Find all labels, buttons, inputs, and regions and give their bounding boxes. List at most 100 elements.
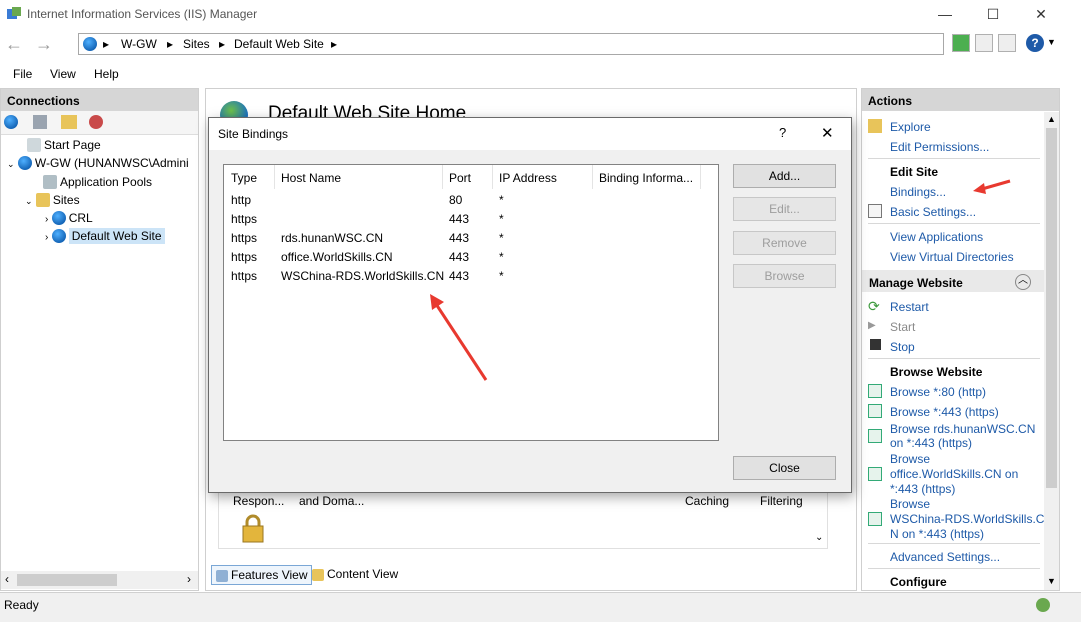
remove-binding-button: Remove — [733, 231, 836, 255]
close-window-button[interactable]: ✕ — [1018, 0, 1064, 28]
action-browse-80[interactable]: Browse *:80 (http) — [890, 385, 986, 399]
feature-label[interactable]: and Doma... — [299, 494, 364, 508]
dialog-close-icon[interactable]: ✕ — [821, 124, 834, 142]
table-row[interactable]: https WSChina-RDS.WorldSkills.CN 443 * — [224, 266, 718, 285]
scroll-down-icon[interactable]: ▼ — [1047, 576, 1056, 586]
start-icon: ▶ — [868, 320, 876, 331]
add-binding-button[interactable]: Add... — [733, 164, 836, 188]
stop-icon[interactable] — [975, 34, 993, 52]
tree-crl[interactable]: › CRL — [45, 211, 93, 225]
action-basic-settings[interactable]: Basic Settings... — [890, 205, 976, 219]
explore-icon — [868, 119, 882, 133]
action-browse-rds[interactable]: Browse rds.hunanWSC.CN on *:443 (https) — [890, 422, 1035, 450]
connections-panel: Connections Start Page ⌄ W-GW (HUNANWSC\… — [0, 88, 199, 591]
sites-folder-icon — [35, 193, 50, 207]
iis-app-icon — [6, 6, 22, 22]
scroll-left-icon: ‹ — [5, 572, 9, 586]
browse-icon — [868, 512, 882, 526]
tree-sites[interactable]: ⌄ Sites — [25, 193, 80, 207]
action-browse-443[interactable]: Browse *:443 (https) — [890, 405, 999, 419]
breadcrumb-sites[interactable]: Sites — [183, 37, 210, 51]
action-explore[interactable]: Explore — [890, 120, 931, 134]
breadcrumb-site[interactable]: Default Web Site — [234, 37, 324, 51]
column-binding-information[interactable]: Binding Informa... — [599, 171, 693, 185]
lock-icon[interactable] — [241, 514, 265, 543]
column-type[interactable]: Type — [231, 171, 257, 185]
dialog-help-button[interactable]: ? — [779, 125, 786, 140]
minimize-button[interactable]: — — [922, 0, 968, 28]
chevron-down-icon[interactable]: ▼ — [1047, 37, 1056, 47]
title-bar: Internet Information Services (IIS) Mana… — [0, 0, 1081, 28]
connections-toolbar — [1, 111, 198, 135]
address-bar[interactable]: ▸ W-GW ▸ Sites ▸ Default Web Site ▸ — [78, 33, 944, 55]
section-manage-website: Manage Website — [869, 276, 963, 290]
tree-application-pools[interactable]: Application Pools — [43, 175, 152, 189]
table-row[interactable]: http 80 * — [224, 190, 718, 209]
tree-default-web-site[interactable]: › Default Web Site — [45, 228, 165, 244]
scroll-up-icon[interactable]: ▲ — [1047, 114, 1056, 124]
actions-panel: Actions Explore Edit Permissions... Edit… — [861, 88, 1060, 591]
forward-button[interactable]: → — [32, 33, 56, 57]
app-pool-icon — [43, 175, 57, 189]
scroll-down-icon[interactable]: ⌄ — [815, 532, 823, 543]
breadcrumb-separator: ▸ — [167, 37, 174, 51]
browse-icon — [868, 429, 882, 443]
tree-server[interactable]: ⌄ W-GW (HUNANWSC\Admini — [7, 156, 189, 170]
action-browse-wschina[interactable]: Browse WSChina-RDS.WorldSkills.C N on *:44… — [890, 497, 1044, 542]
breadcrumb-separator: ▸ — [331, 37, 338, 51]
actions-scroll-thumb[interactable] — [1046, 128, 1057, 488]
action-browse-office[interactable]: Browse office.WorldSkills.CN on *:443 (htt… — [890, 452, 1018, 497]
connect-icon[interactable] — [4, 115, 21, 129]
help-icon[interactable]: ? — [1026, 34, 1044, 52]
column-ip-address[interactable]: IP Address — [499, 171, 557, 185]
column-port[interactable]: Port — [449, 171, 471, 185]
action-view-virtual-directories[interactable]: View Virtual Directories — [890, 250, 1014, 264]
action-bindings[interactable]: Bindings... — [890, 185, 946, 199]
refresh-icon[interactable] — [952, 34, 970, 52]
action-view-applications[interactable]: View Applications — [890, 230, 983, 244]
home-icon[interactable] — [998, 34, 1016, 52]
site-globe-icon — [51, 211, 66, 225]
stop-icon — [870, 339, 881, 350]
disconnect-icon[interactable] — [89, 115, 103, 129]
connections-header: Connections — [1, 89, 198, 111]
menu-help[interactable]: Help — [94, 67, 119, 81]
collapse-icon[interactable]: ︿ — [1015, 274, 1031, 290]
annotation-arrow — [973, 179, 1011, 194]
section-browse-website: Browse Website — [890, 365, 983, 379]
connection-status-icon — [1036, 598, 1050, 612]
status-text: Ready — [4, 598, 39, 612]
edit-binding-button: Edit... — [733, 197, 836, 221]
menu-file[interactable]: File — [13, 67, 32, 81]
features-view-icon — [216, 570, 228, 582]
breadcrumb-separator: ▸ — [103, 37, 110, 51]
horizontal-scrollbar[interactable]: ‹ › — [1, 571, 198, 589]
table-row[interactable]: https 443 * — [224, 209, 718, 228]
page-icon — [27, 138, 41, 152]
tab-features-view[interactable]: Features View — [211, 565, 313, 585]
feature-label[interactable]: Filtering — [760, 494, 803, 508]
close-dialog-button[interactable]: Close — [733, 456, 836, 480]
browse-icon — [868, 384, 882, 398]
site-bindings-dialog: Site Bindings ? ✕ Type Host Name Port IP… — [208, 117, 852, 493]
tab-content-view[interactable]: Content View — [312, 567, 398, 581]
tree-start-page[interactable]: Start Page — [27, 138, 101, 152]
breadcrumb-server[interactable]: W-GW — [121, 37, 157, 51]
feature-label[interactable]: Caching — [685, 494, 729, 508]
save-icon[interactable] — [33, 115, 47, 129]
action-restart[interactable]: Restart — [890, 300, 929, 314]
feature-label[interactable]: Respon... — [233, 494, 284, 508]
action-edit-permissions[interactable]: Edit Permissions... — [890, 140, 989, 154]
section-configure: Configure — [890, 575, 947, 589]
back-button[interactable]: ← — [2, 33, 26, 57]
menu-view[interactable]: View — [50, 67, 76, 81]
table-row[interactable]: https rds.hunanWSC.CN 443 * — [224, 228, 718, 247]
table-row[interactable]: https office.WorldSkills.CN 443 * — [224, 247, 718, 266]
column-host-name[interactable]: Host Name — [281, 171, 341, 185]
action-start: Start — [890, 320, 916, 334]
action-advanced-settings[interactable]: Advanced Settings... — [890, 550, 1000, 564]
folder-up-icon[interactable] — [61, 115, 77, 129]
section-edit-site: Edit Site — [890, 165, 939, 179]
maximize-button[interactable]: ☐ — [970, 0, 1016, 28]
action-stop[interactable]: Stop — [890, 340, 915, 354]
